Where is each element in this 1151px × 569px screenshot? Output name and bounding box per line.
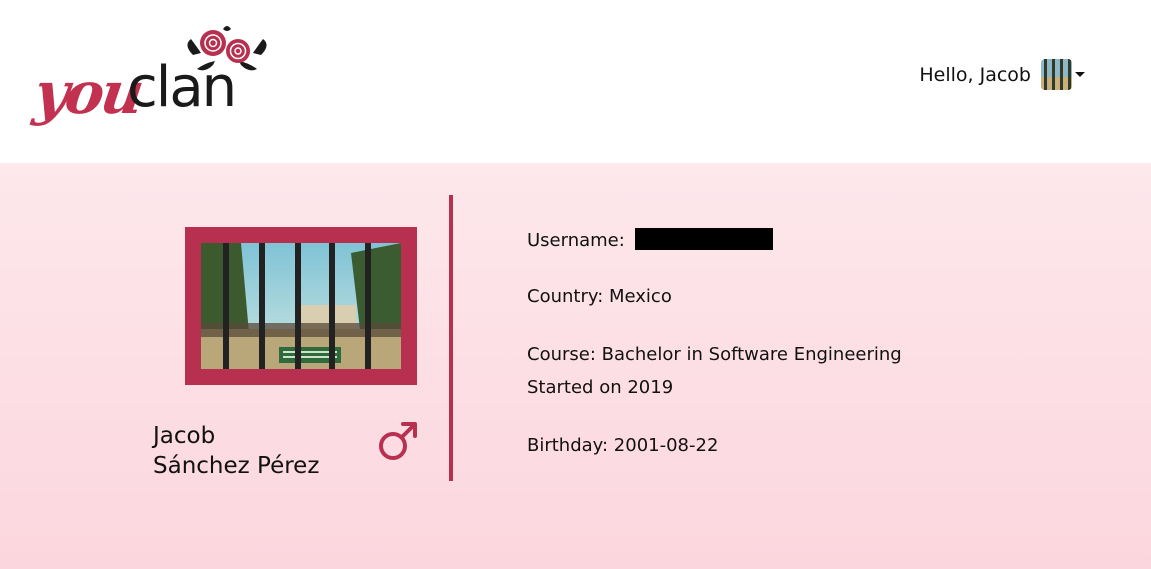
profile-photo <box>201 243 401 369</box>
vertical-divider <box>449 195 453 481</box>
chevron-down-icon[interactable] <box>1075 72 1085 77</box>
profile-photo-frame <box>185 227 417 385</box>
username-label: Username: <box>527 230 625 251</box>
user-menu-dropdown[interactable]: Hello, Jacob <box>919 59 1085 90</box>
profile-name: Jacob Sánchez Pérez <box>153 421 319 481</box>
greeting-text: Hello, Jacob <box>919 63 1031 86</box>
course-text: Course: Bachelor in Software Engineering <box>527 344 902 365</box>
birthday-text: Birthday: 2001-08-22 <box>527 435 719 456</box>
last-name: Sánchez Pérez <box>153 453 320 479</box>
username-redacted <box>634 228 773 250</box>
profile-section: Jacob Sánchez Pérez Username: Country: M… <box>0 163 1151 569</box>
country-text: Country: Mexico <box>527 286 672 307</box>
male-symbol-icon <box>379 422 417 460</box>
user-avatar-icon[interactable] <box>1041 59 1072 90</box>
header: you clan Hello, Jacob <box>0 0 1151 163</box>
logo-clan-text: clan <box>127 55 237 120</box>
youclan-logo[interactable]: you clan <box>30 25 275 130</box>
first-name: Jacob <box>153 423 216 449</box>
username-row: Username: <box>527 228 773 251</box>
started-text: Started on 2019 <box>527 377 674 398</box>
